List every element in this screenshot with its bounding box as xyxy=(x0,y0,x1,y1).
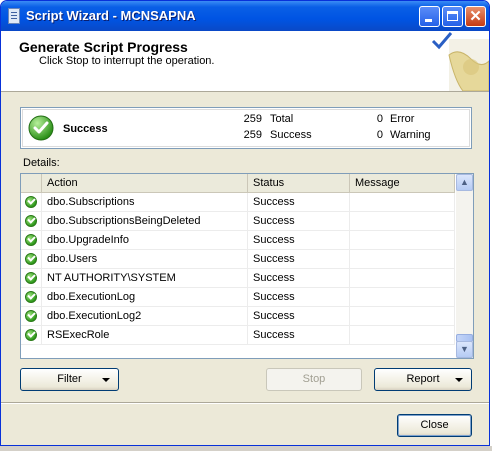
minimize-button[interactable] xyxy=(419,6,440,27)
success-check-icon xyxy=(25,215,37,227)
action-cell: dbo.Subscriptions xyxy=(42,193,248,211)
success-check-icon xyxy=(25,196,37,208)
table-row[interactable]: dbo.Users Success xyxy=(21,250,455,269)
table-row[interactable]: dbo.SubscriptionsBeingDeleted Success xyxy=(21,212,455,231)
success-check-icon xyxy=(28,115,54,141)
table-row[interactable]: RSExecRole Success xyxy=(21,326,455,345)
row-status-icon-cell xyxy=(21,250,42,268)
row-status-icon-cell xyxy=(21,269,42,287)
row-status-icon-cell xyxy=(21,212,42,230)
success-count: 259 xyxy=(243,129,262,141)
column-header-status[interactable]: Status xyxy=(248,174,350,192)
action-cell: NT AUTHORITY\SYSTEM xyxy=(42,269,248,287)
close-icon: ✕ xyxy=(469,8,482,25)
wizard-header: Generate Script Progress Click Stop to i… xyxy=(1,31,489,92)
background-strip xyxy=(0,446,492,451)
scroll-up-button[interactable]: ▲ xyxy=(456,174,473,191)
message-cell xyxy=(350,288,455,306)
status-cell: Success xyxy=(248,288,350,306)
chevron-up-icon: ▲ xyxy=(460,177,469,187)
filter-button[interactable]: Filter xyxy=(20,368,119,391)
row-status-icon-cell xyxy=(21,193,42,211)
vertical-scrollbar[interactable]: ▲ ▼ xyxy=(456,174,473,358)
row-status-icon-cell xyxy=(21,231,42,249)
message-cell xyxy=(350,193,455,211)
script-wizard-window: Script Wizard - MCNSAPNA ✕ Generate Scri… xyxy=(0,0,490,446)
success-label: Success xyxy=(270,129,312,141)
report-button[interactable]: Report xyxy=(374,368,472,391)
header-icon-column xyxy=(21,174,42,192)
chevron-down-icon: ▼ xyxy=(460,344,469,354)
total-count: 259 xyxy=(243,113,262,125)
action-cell: dbo.ExecutionLog2 xyxy=(42,307,248,325)
close-button-label: Close xyxy=(420,419,449,431)
status-cell: Success xyxy=(248,193,350,211)
message-cell xyxy=(350,250,455,268)
column-header-message[interactable]: Message xyxy=(350,174,455,192)
scroll-down-button[interactable]: ▼ xyxy=(456,341,473,358)
success-check-icon xyxy=(25,329,37,341)
warning-label: Warning xyxy=(390,129,431,141)
table-row[interactable]: dbo.ExecutionLog Success xyxy=(21,288,455,307)
message-cell xyxy=(350,231,455,249)
error-label: Error xyxy=(390,113,415,125)
action-cell: RSExecRole xyxy=(42,326,248,344)
footer-divider xyxy=(1,402,489,404)
column-header-action[interactable]: Action xyxy=(42,174,248,192)
message-cell xyxy=(350,307,455,325)
status-cell: Success xyxy=(248,250,350,268)
status-summary-panel: Success 259 Total 259 Success 0 Error 0 … xyxy=(20,107,472,149)
document-icon xyxy=(8,8,20,24)
dropdown-arrow-icon xyxy=(455,378,463,382)
dropdown-arrow-icon xyxy=(102,378,110,382)
message-cell xyxy=(350,269,455,287)
status-cell: Success xyxy=(248,269,350,287)
details-grid[interactable]: Action Status Message dbo.Subscriptions S… xyxy=(20,173,474,359)
window-title: Script Wizard - MCNSAPNA xyxy=(26,8,196,23)
table-row[interactable]: dbo.ExecutionLog2 Success xyxy=(21,307,455,326)
message-cell xyxy=(350,326,455,344)
action-cell: dbo.SubscriptionsBeingDeleted xyxy=(42,212,248,230)
close-window-button[interactable]: ✕ xyxy=(465,6,486,27)
stop-button[interactable]: Stop xyxy=(266,368,362,391)
success-check-icon xyxy=(25,253,37,265)
success-check-icon xyxy=(25,291,37,303)
report-button-label: Report xyxy=(406,373,440,385)
error-count: 0 xyxy=(376,113,383,125)
stop-button-label: Stop xyxy=(302,373,326,385)
action-cell: dbo.Users xyxy=(42,250,248,268)
action-cell: dbo.UpgradeInfo xyxy=(42,231,248,249)
table-row[interactable]: NT AUTHORITY\SYSTEM Success xyxy=(21,269,455,288)
row-status-icon-cell xyxy=(21,326,42,344)
row-status-icon-cell xyxy=(21,307,42,325)
status-label: Success xyxy=(63,123,108,135)
success-check-icon xyxy=(25,310,37,322)
maximize-icon xyxy=(447,11,458,21)
status-cell: Success xyxy=(248,307,350,325)
success-check-icon xyxy=(25,234,37,246)
message-cell xyxy=(350,212,455,230)
total-label: Total xyxy=(270,113,294,125)
filter-button-label: Filter xyxy=(57,373,82,385)
details-label: Details: xyxy=(23,157,60,169)
status-cell: Success xyxy=(248,326,350,344)
warning-count: 0 xyxy=(376,129,383,141)
status-cell: Success xyxy=(248,231,350,249)
title-bar[interactable]: Script Wizard - MCNSAPNA ✕ xyxy=(1,1,489,31)
maximize-button[interactable] xyxy=(442,6,463,27)
wizard-scroll-icon xyxy=(431,32,489,91)
success-check-icon xyxy=(25,272,37,284)
row-status-icon-cell xyxy=(21,288,42,306)
status-cell: Success xyxy=(248,212,350,230)
grid-header: Action Status Message xyxy=(21,174,455,193)
table-row[interactable]: dbo.Subscriptions Success xyxy=(21,193,455,212)
page-subtitle: Click Stop to interrupt the operation. xyxy=(39,55,215,67)
page-title: Generate Script Progress xyxy=(19,39,188,55)
table-row[interactable]: dbo.UpgradeInfo Success xyxy=(21,231,455,250)
minimize-icon xyxy=(425,19,432,22)
action-cell: dbo.ExecutionLog xyxy=(42,288,248,306)
close-button[interactable]: Close xyxy=(397,414,472,437)
